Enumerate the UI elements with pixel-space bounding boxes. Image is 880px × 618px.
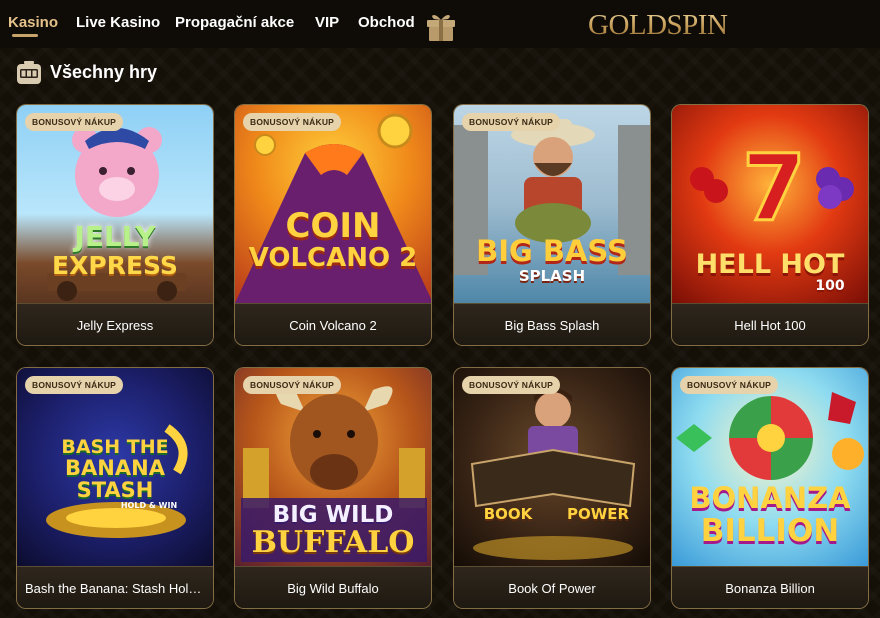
game-card-bash-the-banana[interactable]: BASH THE BANANA STASH HOLD & WIN BONUSOV… <box>16 367 214 609</box>
game-art-title: BIG BASS <box>476 234 628 268</box>
game-art-line-2: BANANA <box>65 456 165 480</box>
game-thumbnail: 7 HELL HOT 100 <box>672 105 868 303</box>
bonus-buy-badge: BONUSOVÝ NÁKUP <box>462 376 561 394</box>
game-art-title: HELL HOT <box>695 249 845 280</box>
game-art-subtitle: POWER <box>566 505 630 523</box>
game-art-subtitle: VOLCANO 2 <box>248 243 418 273</box>
game-name: Big Bass Splash <box>454 303 650 345</box>
game-card-big-bass-splash[interactable]: BIG BASS SPLASH BONUSOVÝ NÁKUP Big Bass … <box>453 104 651 346</box>
game-art-subtitle: BUFFALO <box>251 525 415 560</box>
game-name: Coin Volcano 2 <box>235 303 431 345</box>
nav-item-promotions[interactable]: Propagační akce <box>175 14 294 31</box>
game-thumbnail: JELLY EXPRESS <box>17 105 213 303</box>
game-name: Book Of Power <box>454 566 650 608</box>
game-thumbnail: BASH THE BANANA STASH HOLD & WIN <box>17 368 213 566</box>
game-card-book-of-power[interactable]: BOOK POWER BONUSOVÝ NÁKUP Book Of Power <box>453 367 651 609</box>
game-card-hell-hot-100[interactable]: 7 HELL HOT 100 Hell Hot 100 <box>671 104 869 346</box>
game-name-text: Hell Hot 100 <box>734 318 806 333</box>
bonus-buy-badge: BONUSOVÝ NÁKUP <box>25 113 124 131</box>
bonus-buy-badge: BONUSOVÝ NÁKUP <box>25 376 124 394</box>
section-title: Všechny hry <box>50 62 158 82</box>
game-art-subtitle: BILLION <box>700 513 840 549</box>
game-art-title: COIN <box>285 206 381 246</box>
nav-item-live-kasino[interactable]: Live Kasino <box>76 14 160 31</box>
gift-icon[interactable] <box>424 8 458 42</box>
game-name-text: Big Bass Splash <box>504 318 600 333</box>
game-thumbnail: BIG BASS SPLASH <box>454 105 650 303</box>
game-art-title: BONANZA <box>689 481 851 515</box>
game-thumbnail: BOOK POWER <box>454 368 650 566</box>
bonus-buy-badge: BONUSOVÝ NÁKUP <box>243 113 342 131</box>
game-name: Big Wild Buffalo <box>235 566 431 608</box>
svg-text:7: 7 <box>742 135 806 242</box>
game-art-title: JELLY <box>74 220 156 253</box>
game-art-subtitle: SPLASH <box>518 267 586 285</box>
game-art-subtitle: 100 <box>815 278 845 294</box>
nav-item-shop[interactable]: Obchod <box>358 14 415 31</box>
game-card-big-wild-buffalo[interactable]: BIG WILD BUFFALO BONUSOVÝ NÁKUP Big Wild… <box>234 367 432 609</box>
bonus-buy-badge: BONUSOVÝ NÁKUP <box>462 113 561 131</box>
game-art-title: BASH THE <box>61 436 169 458</box>
game-card-bonanza-billion[interactable]: BONANZA BILLION BONUSOVÝ NÁKUP Bonanza B… <box>671 367 869 609</box>
game-name-text: Jelly Express <box>76 318 154 333</box>
game-name-text: Big Wild Buffalo <box>287 581 379 596</box>
nav-active-underline <box>12 34 38 37</box>
nav-item-vip[interactable]: VIP <box>315 14 339 31</box>
game-name: Hell Hot 100 <box>672 303 868 345</box>
game-thumbnail: COIN VOLCANO 2 <box>235 105 431 303</box>
goldspin-logo[interactable]: GOLDSPIN <box>588 8 740 42</box>
game-card-jelly-express[interactable]: JELLY EXPRESS BONUSOVÝ NÁKUP Jelly Expre… <box>16 104 214 346</box>
game-name-text: Bash the Banana: Stash Hold... <box>25 581 205 596</box>
game-thumbnail: BIG WILD BUFFALO <box>235 368 431 566</box>
bonus-buy-badge: BONUSOVÝ NÁKUP <box>680 376 779 394</box>
slot-machine-icon <box>16 60 42 86</box>
game-card-coin-volcano-2[interactable]: COIN VOLCANO 2 BONUSOVÝ NÁKUP Coin Volca… <box>234 104 432 346</box>
game-name-text: Book Of Power <box>508 581 596 596</box>
game-art-subtitle: EXPRESS <box>52 251 178 280</box>
game-name-text: Coin Volcano 2 <box>289 318 377 333</box>
bonus-buy-badge: BONUSOVÝ NÁKUP <box>243 376 342 394</box>
game-name: Bonanza Billion <box>672 566 868 608</box>
game-name: Bash the Banana: Stash Hold... <box>17 566 213 608</box>
game-art-title: BIG WILD <box>272 502 394 528</box>
top-nav: Kasino Live Kasino Propagační akce VIP O… <box>0 0 880 48</box>
game-name-text: Bonanza Billion <box>725 581 815 596</box>
game-name: Jelly Express <box>17 303 213 345</box>
game-art-line-3: STASH <box>76 478 154 502</box>
game-art-line-4: HOLD & WIN <box>120 501 178 510</box>
nav-item-kasino[interactable]: Kasino <box>8 14 58 31</box>
game-thumbnail: BONANZA BILLION <box>672 368 868 566</box>
